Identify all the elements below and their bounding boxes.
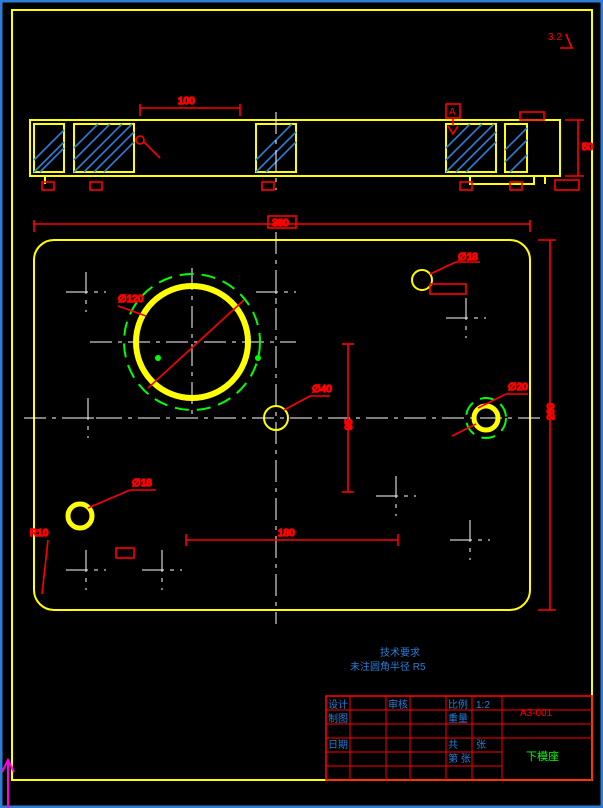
small-hole-2: ∅20: [508, 382, 528, 393]
vert-dim-value: 95: [344, 418, 355, 430]
plan-width-value: 360: [272, 218, 289, 229]
hatch-block-4: [446, 124, 496, 172]
cross-marks: [66, 272, 490, 590]
tb-row1-0: 制图: [328, 712, 348, 725]
drawing-number: A3-001: [520, 708, 553, 719]
center-hole-callout: ∅40: [284, 384, 332, 410]
drawing-name: 下模座: [526, 749, 559, 763]
small-hole-1: ∅18: [458, 252, 478, 263]
thickness-value: 50: [582, 142, 594, 153]
tb-row0-2: 审核: [388, 698, 408, 711]
hatch-block-2: [74, 124, 134, 172]
corner-radius-value: R10: [30, 528, 49, 539]
corner-radius-callout: R10: [30, 528, 49, 594]
note-line-1: 技术要求: [380, 646, 420, 659]
lower-left-callout: ∅18: [88, 478, 156, 508]
title-block: A3-001 下模座 设计 审核 比例 1:2 制图 重量 日期 共 张 第 张: [326, 696, 592, 780]
surface-finish-value: 3.2: [548, 32, 562, 43]
tb-row1-4: 重量: [448, 712, 468, 725]
plan-height-value: 260: [546, 403, 557, 420]
plan-view: 360 260: [24, 216, 557, 624]
tb-row0-4: 比例: [448, 698, 468, 711]
tb-row2-0: 日期: [328, 739, 348, 751]
cad-drawing-canvas: 3.2: [0, 0, 603, 808]
inner-dim-horiz: 180: [186, 528, 398, 546]
section-thickness-dim: 50: [565, 120, 594, 176]
section-view: 50 100 A: [30, 96, 594, 190]
surface-finish-icon: 3.2: [548, 32, 572, 48]
hatch-block-1: [34, 124, 64, 172]
horiz-dim-value: 180: [278, 528, 295, 539]
hatch-block-5: [505, 124, 527, 172]
top-hole-callout: ∅18: [430, 252, 480, 294]
note-line-2: 未注圆角半径 R5: [350, 660, 426, 673]
tb-row2-4: 共: [448, 739, 458, 751]
section-dim-label: 100: [178, 96, 195, 107]
section-top-label: 100: [140, 96, 240, 116]
tb-row0-0: 设计: [328, 698, 348, 711]
tb-row2-6: 第 张: [448, 752, 471, 765]
plan-height-dim: 260: [538, 240, 557, 610]
big-hole-value: ∅120: [118, 294, 144, 305]
tech-requirements: 技术要求 未注圆角半径 R5: [350, 646, 426, 673]
north-arrow-icon: [2, 760, 14, 808]
datum-label: A: [449, 107, 456, 118]
svg-text:∅18: ∅18: [132, 478, 152, 489]
outer-border: [1, 1, 602, 807]
tb-row0-5: 1:2: [476, 700, 490, 711]
plan-width-dim: 360: [34, 216, 530, 232]
center-hole-value: ∅40: [312, 384, 332, 395]
tb-row2-5: 张: [476, 739, 486, 751]
